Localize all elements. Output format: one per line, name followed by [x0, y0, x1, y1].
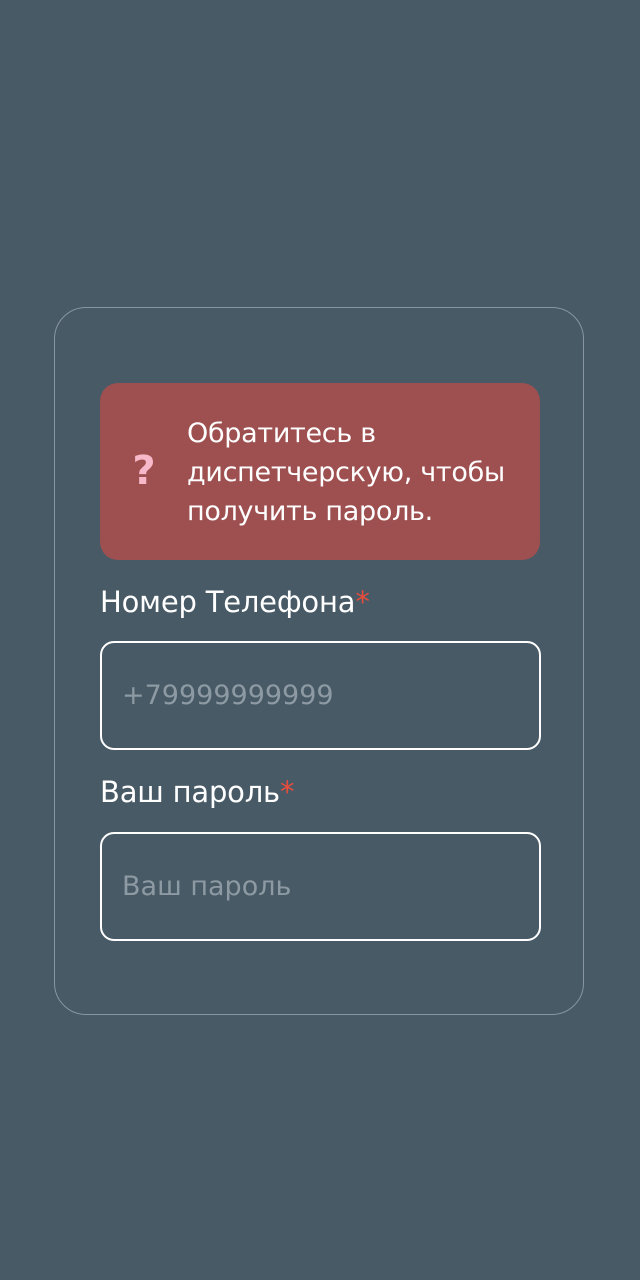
phone-input[interactable]	[100, 641, 541, 750]
phone-label: Номер Телефона*	[100, 584, 370, 620]
password-input[interactable]	[100, 832, 541, 941]
password-label: Ваш пароль*	[100, 774, 294, 810]
question-mark-icon: ?	[132, 448, 156, 494]
login-screen: ? Обратитесь в диспетчерскую, чтобы полу…	[0, 0, 640, 1280]
alert-message: Обратитесь в диспетчерскую, чтобы получи…	[187, 418, 505, 527]
phone-label-text: Номер Телефона	[100, 585, 356, 619]
password-label-text: Ваш пароль	[100, 775, 280, 809]
required-mark: *	[279, 775, 295, 809]
info-alert: ? Обратитесь в диспетчерскую, чтобы полу…	[100, 383, 540, 560]
required-mark: *	[355, 585, 370, 619]
